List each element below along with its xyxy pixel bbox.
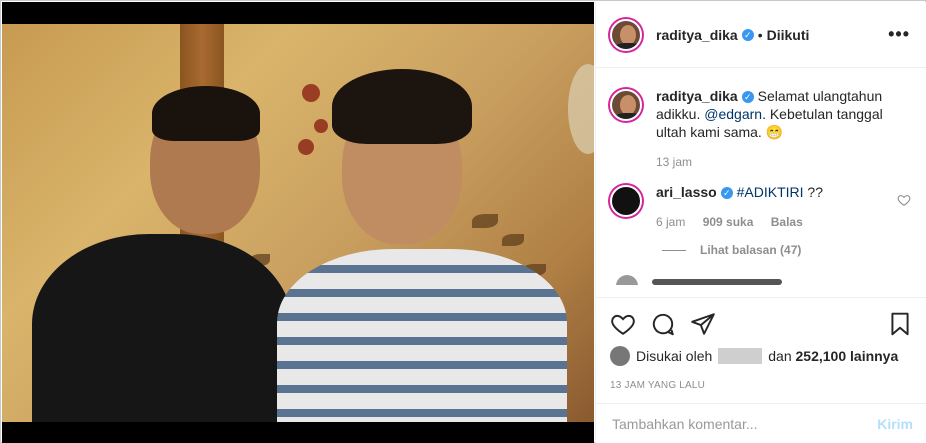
bookmark-icon[interactable] (887, 311, 913, 337)
mention-link[interactable]: @edgarn (704, 106, 762, 122)
commenter-avatar[interactable] (610, 185, 642, 217)
post-comment-button[interactable]: Kirim (877, 416, 913, 432)
post-header: raditya_dika ✓ • Diikuti ••• (596, 2, 926, 68)
verified-badge-icon: ✓ (741, 28, 754, 41)
comment-item: ari_lasso ✓ #ADIKTIRI ?? 6 jam 909 suka B… (610, 183, 911, 231)
share-icon[interactable] (690, 311, 716, 337)
partial-comment (610, 275, 911, 285)
post-actions: Disukai oleh dan 252,100 lainnya 13 JAM … (596, 297, 926, 391)
likes-count[interactable]: 252,100 (796, 348, 847, 364)
comment-time[interactable]: 6 jam (656, 215, 685, 229)
caption-time[interactable]: 13 jam (656, 155, 692, 169)
view-replies-button[interactable]: Lihat balasan (47) (662, 243, 911, 257)
post-photo[interactable] (2, 2, 594, 443)
post-sidebar: raditya_dika ✓ • Diikuti ••• raditya_dik… (595, 2, 926, 443)
follow-status-button[interactable]: Diikuti (767, 27, 810, 43)
caption-avatar[interactable] (610, 89, 642, 121)
more-options-icon[interactable]: ••• (888, 24, 910, 45)
author-username[interactable]: raditya_dika (656, 27, 738, 43)
commenter-username[interactable]: ari_lasso (656, 184, 717, 200)
post-timestamp[interactable]: 13 JAM YANG LALU (610, 380, 913, 391)
instagram-post-window: raditya_dika ✓ • Diikuti ••• raditya_dik… (0, 0, 926, 443)
caption-comment: raditya_dika ✓ Selamat ulangtahun adikku.… (610, 87, 911, 171)
author-avatar[interactable] (610, 18, 642, 51)
view-replies-label: Lihat balasan (47) (700, 243, 802, 257)
heart-icon[interactable] (610, 311, 636, 337)
comment-likes[interactable]: 909 suka (703, 215, 754, 229)
likes-summary: Disukai oleh dan 252,100 lainnya (610, 346, 913, 366)
photo-scene (2, 24, 594, 422)
liker-avatar[interactable] (610, 346, 630, 366)
comment-text: ?? (803, 184, 823, 200)
liker-name-redacted[interactable] (718, 348, 763, 364)
verified-badge-icon: ✓ (741, 91, 754, 104)
caption-username[interactable]: raditya_dika (656, 88, 738, 104)
person-right (277, 249, 567, 422)
comment-input[interactable] (612, 415, 878, 432)
person-left (32, 234, 292, 422)
reply-button[interactable]: Balas (771, 215, 803, 229)
caption-meta: 13 jam (656, 153, 886, 171)
comment-like-heart-icon[interactable] (897, 193, 911, 207)
verified-badge-icon: ✓ (720, 187, 733, 200)
separator-dot: • (757, 26, 763, 43)
comment-meta: 6 jam 909 suka Balas (656, 213, 876, 231)
add-comment-bar: Kirim (596, 403, 926, 443)
comments-list[interactable]: raditya_dika ✓ Selamat ulangtahun adikku.… (596, 69, 926, 297)
hashtag-link[interactable]: #ADIKTIRI (737, 184, 804, 200)
comment-icon[interactable] (650, 311, 676, 337)
